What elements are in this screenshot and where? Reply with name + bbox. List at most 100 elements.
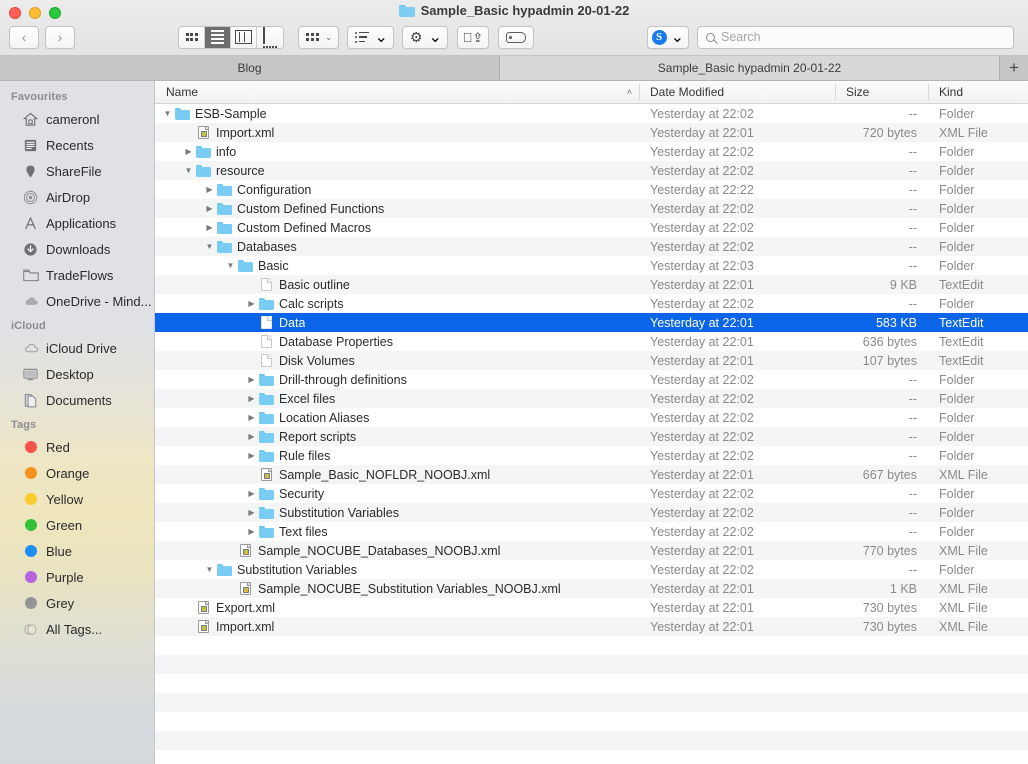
table-row[interactable]: ▶ Substitution Variables Yesterday at 22:0… bbox=[155, 503, 1028, 522]
disclosure-triangle-closed[interactable]: ▶ bbox=[245, 375, 258, 384]
maximize-window-button[interactable] bbox=[49, 7, 61, 19]
table-row[interactable]: ▶ Report scripts Yesterday at 22:02 -- Folde… bbox=[155, 427, 1028, 446]
table-row[interactable]: Data Yesterday at 22:01 583 KB TextEdit bbox=[155, 313, 1028, 332]
sidebar-item-yellow[interactable]: Yellow bbox=[0, 486, 154, 512]
table-row[interactable]: ▶ info Yesterday at 22:02 -- Folder bbox=[155, 142, 1028, 161]
table-row[interactable]: Database Properties Yesterday at 22:01 636… bbox=[155, 332, 1028, 351]
disclosure-triangle-closed[interactable]: ▶ bbox=[245, 527, 258, 536]
table-row[interactable]: ▼ Substitution Variables Yesterday at 22:0… bbox=[155, 560, 1028, 579]
disclosure-triangle-closed[interactable]: ▶ bbox=[245, 413, 258, 422]
sidebar-item-downloads[interactable]: Downloads bbox=[0, 236, 154, 262]
sidebar-item-documents[interactable]: Documents bbox=[0, 387, 154, 413]
table-row[interactable]: Sample_Basic_NOFLDR_NOOBJ.xml Yesterday a… bbox=[155, 465, 1028, 484]
column-header-kind[interactable]: Kind bbox=[929, 81, 1028, 103]
empty-row bbox=[155, 674, 1028, 693]
table-row[interactable]: ▶ Excel files Yesterday at 22:02 -- Folder bbox=[155, 389, 1028, 408]
table-row[interactable]: Basic outline Yesterday at 22:01 9 KB TextE… bbox=[155, 275, 1028, 294]
action-menu-button[interactable]: ⚙ ⌄ bbox=[401, 25, 448, 49]
kind-cell: Folder bbox=[939, 296, 975, 311]
window-body: Favourites cameronl Recents ShareFile AirDro… bbox=[0, 81, 1028, 764]
window-controls bbox=[9, 7, 61, 19]
column-view-button[interactable] bbox=[231, 26, 257, 48]
table-row[interactable]: ▶ Calc scripts Yesterday at 22:02 -- Folder bbox=[155, 294, 1028, 313]
downloads-icon bbox=[22, 241, 39, 258]
sidebar-item-onedrive-mind[interactable]: OneDrive - Mind... bbox=[0, 288, 154, 314]
column-header-size[interactable]: Size bbox=[836, 81, 929, 103]
sidebar-item-airdrop[interactable]: AirDrop bbox=[0, 184, 154, 210]
table-row[interactable]: Sample_NOCUBE_Databases_NOOBJ.xml Yesterd… bbox=[155, 541, 1028, 560]
table-row[interactable]: Import.xml Yesterday at 22:01 720 bytes XML… bbox=[155, 123, 1028, 142]
disclosure-triangle-closed[interactable]: ▶ bbox=[245, 432, 258, 441]
gallery-view-button[interactable] bbox=[257, 26, 283, 48]
icon-view-button[interactable] bbox=[179, 26, 205, 48]
file-name-cell: Sample_NOCUBE_Substitution Variables_NOO… bbox=[155, 582, 640, 596]
document-icon bbox=[261, 278, 272, 291]
sidebar-item-recents[interactable]: Recents bbox=[0, 132, 154, 158]
tab-sample-basic[interactable]: Sample_Basic hypadmin 20-01-22 bbox=[500, 56, 1000, 80]
sidebar-item-icloud-drive[interactable]: iCloud Drive bbox=[0, 335, 154, 361]
table-row[interactable]: Export.xml Yesterday at 22:01 730 bytes XML… bbox=[155, 598, 1028, 617]
forward-button[interactable]: › bbox=[45, 25, 75, 49]
disclosure-triangle-closed[interactable]: ▶ bbox=[203, 223, 216, 232]
table-row[interactable]: ▶ Custom Defined Macros Yesterday at 22:02… bbox=[155, 218, 1028, 237]
disclosure-triangle-closed[interactable]: ▶ bbox=[203, 185, 216, 194]
tag-dot-icon bbox=[22, 595, 39, 612]
search-input[interactable] bbox=[721, 30, 1005, 44]
column-header-date-modified[interactable]: Date Modified bbox=[640, 81, 836, 103]
table-row[interactable]: ▶ Rule files Yesterday at 22:02 -- Folder bbox=[155, 446, 1028, 465]
disclosure-triangle-open[interactable]: ▼ bbox=[224, 261, 237, 270]
sidebar-item-blue[interactable]: Blue bbox=[0, 538, 154, 564]
sidebar-item-applications[interactable]: Applications bbox=[0, 210, 154, 236]
disclosure-triangle-closed[interactable]: ▶ bbox=[182, 147, 195, 156]
table-row[interactable]: Disk Volumes Yesterday at 22:01 107 bytes T… bbox=[155, 351, 1028, 370]
date-modified-cell: Yesterday at 22:01 bbox=[650, 581, 754, 596]
disclosure-triangle-closed[interactable]: ▶ bbox=[245, 394, 258, 403]
close-window-button[interactable] bbox=[9, 7, 21, 19]
sidebar-item-tradeflows[interactable]: TradeFlows bbox=[0, 262, 154, 288]
table-row[interactable]: ▶ Configuration Yesterday at 22:22 -- Folder bbox=[155, 180, 1028, 199]
table-row[interactable]: Sample_NOCUBE_Substitution Variables_NOO… bbox=[155, 579, 1028, 598]
sidebar-item-red[interactable]: Red bbox=[0, 434, 154, 460]
group-by-button[interactable]: ⌄ bbox=[298, 25, 339, 49]
disclosure-triangle-open[interactable]: ▼ bbox=[161, 109, 174, 118]
disclosure-triangle-closed[interactable]: ▶ bbox=[245, 508, 258, 517]
disclosure-triangle-open[interactable]: ▼ bbox=[203, 565, 216, 574]
new-tab-button[interactable]: + bbox=[1000, 56, 1028, 80]
sidebar-item-desktop[interactable]: Desktop bbox=[0, 361, 154, 387]
table-row[interactable]: ▼ Databases Yesterday at 22:02 -- Folder bbox=[155, 237, 1028, 256]
sidebar-section-header: Favourites bbox=[11, 91, 68, 103]
add-tag-button[interactable] bbox=[497, 25, 534, 49]
sharefile-sync-button[interactable]: S ⌄ bbox=[646, 25, 689, 49]
sidebar-item-sharefile[interactable]: ShareFile bbox=[0, 158, 154, 184]
disclosure-triangle-open[interactable]: ▼ bbox=[203, 242, 216, 251]
sidebar-item-grey[interactable]: Grey bbox=[0, 590, 154, 616]
sidebar-item-all-tags[interactable]: All Tags... bbox=[0, 616, 154, 642]
table-row[interactable]: ▼ ESB-Sample Yesterday at 22:02 -- Folder bbox=[155, 104, 1028, 123]
sidebar-item-green[interactable]: Green bbox=[0, 512, 154, 538]
sort-button[interactable]: ⌄ bbox=[346, 25, 394, 49]
disclosure-triangle-closed[interactable]: ▶ bbox=[203, 204, 216, 213]
column-header-name[interactable]: Name ˄ bbox=[155, 81, 640, 103]
table-row[interactable]: ▶ Location Aliases Yesterday at 22:02 -- Fol… bbox=[155, 408, 1028, 427]
list-view-button[interactable] bbox=[205, 26, 231, 48]
search-field[interactable] bbox=[697, 25, 1014, 49]
tab-blog[interactable]: Blog bbox=[0, 56, 500, 80]
table-row[interactable]: ▶ Security Yesterday at 22:02 -- Folder bbox=[155, 484, 1028, 503]
minimize-window-button[interactable] bbox=[29, 7, 41, 19]
date-modified-cell: Yesterday at 22:01 bbox=[650, 467, 754, 482]
sidebar-item-purple[interactable]: Purple bbox=[0, 564, 154, 590]
back-button[interactable]: ‹ bbox=[9, 25, 39, 49]
disclosure-triangle-closed[interactable]: ▶ bbox=[245, 451, 258, 460]
share-button[interactable]: ⇪ bbox=[456, 25, 489, 49]
disclosure-triangle-open[interactable]: ▼ bbox=[182, 166, 195, 175]
sidebar-item-cameronl[interactable]: cameronl bbox=[0, 106, 154, 132]
sidebar-item-orange[interactable]: Orange bbox=[0, 460, 154, 486]
table-row[interactable]: ▶ Custom Defined Functions Yesterday at 22… bbox=[155, 199, 1028, 218]
disclosure-triangle-closed[interactable]: ▶ bbox=[245, 299, 258, 308]
table-row[interactable]: ▼ resource Yesterday at 22:02 -- Folder bbox=[155, 161, 1028, 180]
table-row[interactable]: ▶ Drill-through definitions Yesterday at 2… bbox=[155, 370, 1028, 389]
table-row[interactable]: Import.xml Yesterday at 22:01 730 bytes XML… bbox=[155, 617, 1028, 636]
disclosure-triangle-closed[interactable]: ▶ bbox=[245, 489, 258, 498]
table-row[interactable]: ▶ Text files Yesterday at 22:02 -- Folder bbox=[155, 522, 1028, 541]
table-row[interactable]: ▼ Basic Yesterday at 22:03 -- Folder bbox=[155, 256, 1028, 275]
